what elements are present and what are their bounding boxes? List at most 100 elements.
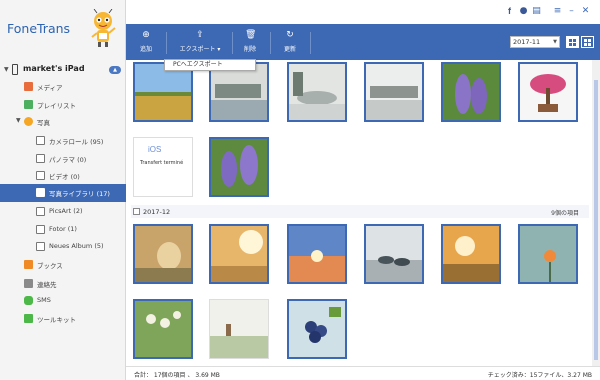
grid-view-button[interactable] bbox=[566, 36, 579, 48]
group-count: 9個の項目 bbox=[551, 210, 579, 217]
sidebar-item-neues-album[interactable]: Neues Album (5) bbox=[0, 238, 126, 255]
device-row[interactable]: ▼ market's iPad ▲ bbox=[0, 62, 126, 78]
photo-image bbox=[366, 226, 422, 282]
status-total: 合計： 17個の項目 、 3.69 MB bbox=[134, 372, 220, 379]
photos-icon bbox=[24, 117, 33, 126]
photo-library-icon bbox=[36, 188, 45, 197]
photo-thumbnail[interactable] bbox=[209, 137, 269, 197]
sidebar-item-video[interactable]: ビデオ (0) bbox=[0, 167, 126, 184]
status-bar: 合計： 17個の項目 、 3.69 MB チェック済み：15ファイル、3.27 … bbox=[126, 366, 600, 380]
sidebar: FoneTrans ▼ market's iPad ▲ メディア プレイリスト … bbox=[0, 0, 126, 380]
photo-thumbnail[interactable] bbox=[133, 224, 193, 284]
photo-thumbnail[interactable] bbox=[441, 224, 501, 284]
photo-image bbox=[366, 64, 422, 120]
sidebar-item-label: Neues Album (5) bbox=[49, 242, 104, 250]
photo-image bbox=[210, 300, 268, 358]
chevron-down-icon: ▼ bbox=[553, 39, 557, 45]
photo-thumbnail[interactable] bbox=[209, 299, 269, 359]
sidebar-item-label: 写真ライブラリ (17) bbox=[49, 190, 110, 198]
facebook-icon[interactable]: f bbox=[504, 6, 515, 17]
photo-image bbox=[135, 64, 191, 120]
export-button[interactable]: ⇪ エクスポート ▾ bbox=[170, 24, 230, 60]
title-bar: f ● ▤ ≡ – ✕ bbox=[126, 0, 600, 24]
sidebar-item-label: ビデオ (0) bbox=[49, 173, 80, 181]
album-icon bbox=[36, 207, 45, 216]
photo-thumbnail[interactable] bbox=[133, 62, 193, 122]
photo-thumbnail[interactable] bbox=[518, 62, 578, 122]
sidebar-item-playlist[interactable]: プレイリスト bbox=[0, 96, 126, 113]
add-button[interactable]: ⊕ 追加 bbox=[132, 24, 160, 60]
sidebar-item-label: プレイリスト bbox=[37, 102, 76, 110]
sidebar-item-label: Fotor (1) bbox=[49, 225, 77, 233]
sidebar-item-label: 写真 bbox=[37, 119, 50, 127]
panorama-icon bbox=[36, 154, 45, 163]
scroll-thumb[interactable] bbox=[594, 80, 598, 360]
photo-thumbnail[interactable] bbox=[518, 224, 578, 284]
mascot-logo bbox=[91, 9, 116, 47]
photo-image bbox=[135, 226, 191, 282]
photo-image bbox=[520, 226, 576, 282]
chat-icon[interactable]: ● bbox=[518, 6, 529, 17]
svg-text:iOS: iOS bbox=[148, 145, 161, 154]
menu-icon[interactable]: ≡ bbox=[552, 6, 563, 17]
refresh-button[interactable]: ↻ 更新 bbox=[276, 24, 304, 60]
sidebar-item-picsart[interactable]: PicsArt (2) bbox=[0, 203, 126, 220]
sidebar-item-label: SMS bbox=[37, 296, 51, 304]
sidebar-item-toolkit[interactable]: ツールキット bbox=[0, 310, 126, 327]
sidebar-item-panorama[interactable]: パノラマ (0) bbox=[0, 150, 126, 167]
sidebar-item-camera-roll[interactable]: カメラロール (95) bbox=[0, 132, 126, 149]
device-name: market's iPad bbox=[23, 64, 85, 73]
playlist-icon bbox=[24, 100, 33, 109]
photo-thumbnail[interactable] bbox=[133, 299, 193, 359]
photo-thumbnail[interactable] bbox=[287, 299, 347, 359]
photo-image bbox=[211, 139, 267, 195]
scrollbar[interactable] bbox=[592, 60, 600, 366]
sidebar-item-label: パノラマ (0) bbox=[49, 156, 87, 164]
books-icon bbox=[24, 260, 33, 269]
sidebar-item-photos[interactable]: ▼ 写真 bbox=[0, 113, 126, 130]
sidebar-item-photo-library[interactable]: 写真ライブラリ (17) bbox=[0, 184, 126, 202]
photo-thumbnail[interactable] bbox=[364, 224, 424, 284]
close-icon[interactable]: ✕ bbox=[580, 6, 591, 17]
feedback-icon[interactable]: ▤ bbox=[531, 6, 542, 17]
sidebar-item-books[interactable]: ブックス bbox=[0, 256, 126, 273]
album-icon bbox=[36, 242, 45, 251]
toolkit-icon bbox=[24, 314, 33, 323]
video-icon bbox=[36, 171, 45, 180]
date-filter-value: 2017-11 bbox=[513, 38, 541, 46]
add-label: 追加 bbox=[139, 46, 152, 53]
photo-image bbox=[289, 64, 345, 120]
sidebar-item-fotor[interactable]: Fotor (1) bbox=[0, 221, 126, 238]
sidebar-item-sms[interactable]: SMS bbox=[0, 292, 126, 309]
photo-thumbnail[interactable] bbox=[209, 62, 269, 122]
refresh-icon: ↻ bbox=[286, 30, 294, 40]
photo-image bbox=[443, 64, 499, 120]
photo-thumbnail[interactable] bbox=[287, 62, 347, 122]
large-grid-view-button[interactable] bbox=[581, 36, 594, 48]
delete-label: 削除 bbox=[243, 46, 256, 53]
select-group-checkbox[interactable] bbox=[133, 208, 140, 215]
group-date: 2017-12 bbox=[143, 208, 171, 216]
collapse-triangle-icon[interactable]: ▼ bbox=[4, 66, 9, 73]
transfer-result-thumbnail[interactable]: iOS Transfert terminé bbox=[133, 137, 193, 197]
photo-thumbnail[interactable] bbox=[364, 62, 424, 122]
photo-image bbox=[520, 64, 576, 120]
sidebar-item-media[interactable]: メディア bbox=[0, 78, 126, 95]
delete-button[interactable]: 🗑 削除 bbox=[236, 24, 264, 60]
photo-thumbnail[interactable] bbox=[209, 224, 269, 284]
photo-image bbox=[211, 64, 267, 120]
export-to-pc-menu-item[interactable]: PCへエクスポート bbox=[164, 59, 256, 71]
eject-icon[interactable]: ▲ bbox=[109, 66, 121, 74]
app-title: FoneTrans bbox=[7, 21, 71, 36]
photo-thumbnail[interactable] bbox=[287, 224, 347, 284]
minimize-icon[interactable]: – bbox=[566, 6, 577, 17]
sidebar-item-contacts[interactable]: 連絡先 bbox=[0, 275, 126, 292]
photo-image bbox=[289, 226, 345, 282]
photo-image bbox=[135, 301, 191, 357]
sidebar-item-label: ツールキット bbox=[37, 316, 76, 324]
date-filter-select[interactable]: 2017-11 ▼ bbox=[510, 36, 560, 48]
sidebar-item-label: 連絡先 bbox=[37, 281, 57, 289]
ipad-icon bbox=[12, 64, 18, 75]
photo-thumbnail[interactable] bbox=[441, 62, 501, 122]
expand-triangle-icon[interactable]: ▼ bbox=[16, 117, 21, 124]
